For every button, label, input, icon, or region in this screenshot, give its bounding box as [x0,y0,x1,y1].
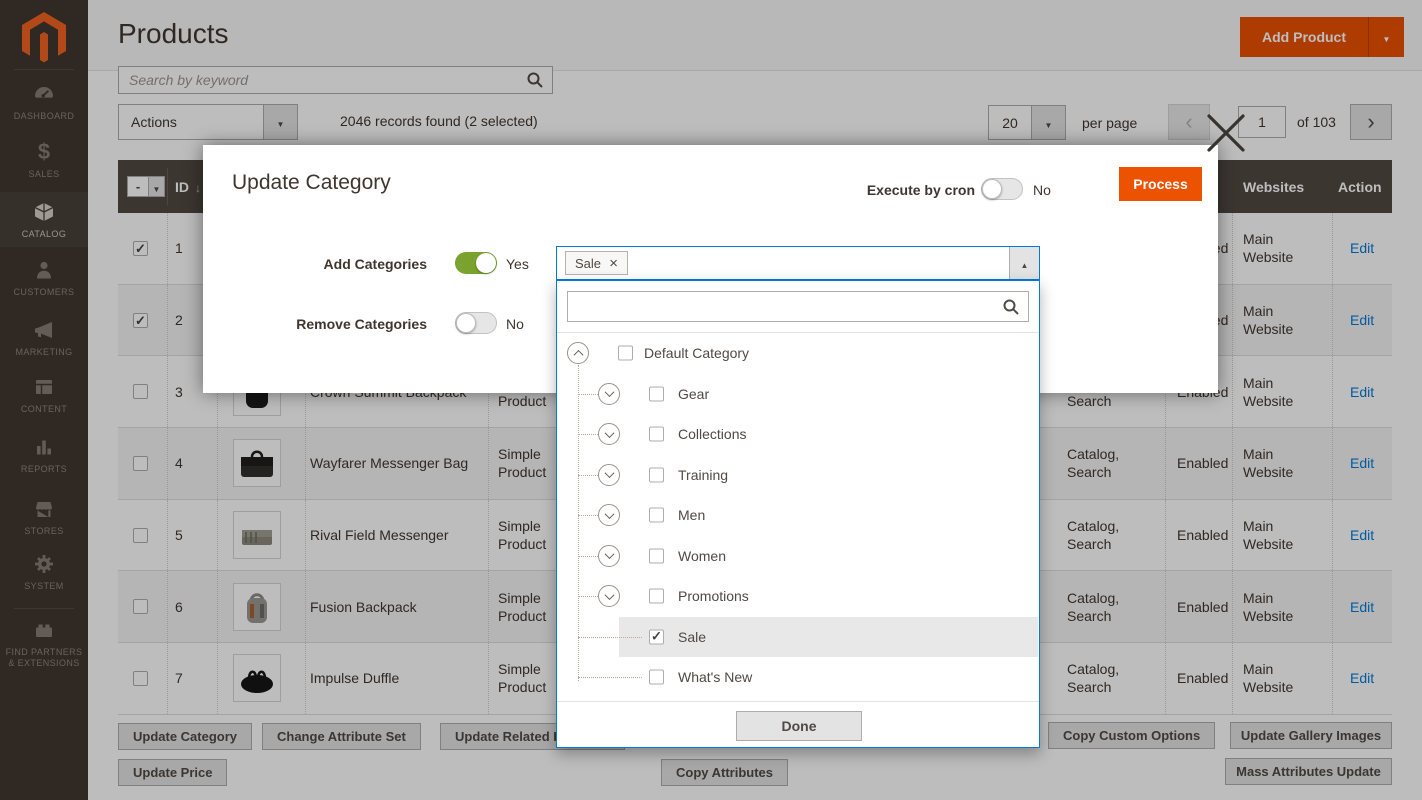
tree-connector-line [578,556,598,557]
category-label[interactable]: Women [678,548,726,564]
tree-connector-line [578,596,598,597]
category-checkbox[interactable] [649,467,664,482]
tree-connector-line [578,475,598,476]
category-label[interactable]: Collections [678,426,746,442]
category-label[interactable]: Men [678,507,705,523]
category-label[interactable]: What's New [678,669,752,685]
remove-tag-icon[interactable] [609,255,618,272]
expand-node-button[interactable] [598,423,620,445]
search-icon[interactable] [1002,298,1020,316]
category-checkbox[interactable] [649,589,664,604]
category-tree-dropdown: Default Category Gear Collections Traini… [556,280,1040,748]
category-search-field [567,291,1029,322]
chevron-down-icon [604,428,614,438]
execute-by-cron-label: Execute by cron [763,182,975,198]
category-label[interactable]: Training [678,467,728,483]
tree-item-women: Women [557,536,1039,577]
category-label[interactable]: Sale [678,629,706,645]
tree-connector-line [578,637,642,638]
expand-node-button[interactable] [598,504,620,526]
chevron-down-icon [604,509,614,519]
toggle-knob [456,313,476,333]
toggle-knob [476,253,496,273]
execute-by-cron-value: No [1033,182,1051,198]
tree-item-promotions: Promotions [557,576,1039,617]
selected-category-tag-label: Sale [575,256,601,271]
tree-item-men: Men [557,495,1039,536]
expand-node-button[interactable] [598,383,620,405]
add-categories-toggle[interactable] [455,252,497,274]
modal-title: Update Category [232,171,391,195]
multiselect-collapse-button[interactable] [1009,247,1039,279]
toggle-knob [982,179,1002,199]
category-checkbox[interactable] [649,427,664,442]
category-search-input[interactable] [568,292,1028,321]
process-button[interactable]: Process [1119,167,1202,201]
category-checkbox[interactable] [649,508,664,523]
magento-admin-screen: DASHBOARD SALES CATALOG CUSTOMERS MARKET… [0,0,1422,800]
selected-category-tag: Sale [565,251,628,275]
chevron-down-icon [604,387,614,397]
execute-by-cron-toggle[interactable] [981,178,1023,200]
tree-item-sale: Sale [557,617,1039,658]
tree-item-gear: Gear [557,374,1039,415]
category-checkbox[interactable] [649,386,664,401]
tree-connector-line [578,394,598,395]
category-tree: Default Category Gear Collections Traini… [557,333,1039,698]
add-categories-label: Add Categories [203,256,427,272]
expand-node-button[interactable] [598,464,620,486]
category-label[interactable]: Promotions [678,588,749,604]
caret-up-icon [1021,255,1029,271]
category-label[interactable]: Default Category [644,345,749,361]
tree-item-default-category: Default Category [557,333,1039,374]
category-checkbox[interactable] [649,629,664,644]
category-label[interactable]: Gear [678,386,709,402]
tree-connector-line [578,515,598,516]
done-button[interactable]: Done [736,711,862,741]
chevron-down-icon [604,468,614,478]
collapse-node-button[interactable] [567,342,589,364]
chevron-up-icon [573,350,583,360]
tree-item-training: Training [557,455,1039,496]
remove-categories-label: Remove Categories [203,316,427,332]
expand-node-button[interactable] [598,545,620,567]
tree-connector-line [578,434,598,435]
chevron-down-icon [604,590,614,600]
tree-connector-line [578,677,642,678]
divider [557,701,1039,702]
category-checkbox[interactable] [649,548,664,563]
category-checkbox[interactable] [649,670,664,685]
remove-categories-toggle[interactable] [455,312,497,334]
tree-item-whats-new: What's New [557,657,1039,698]
category-checkbox[interactable] [618,346,633,361]
category-multiselect-field[interactable]: Sale [556,246,1040,280]
expand-node-button[interactable] [598,585,620,607]
tree-item-collections: Collections [557,414,1039,455]
remove-categories-value: No [506,316,524,332]
add-categories-value: Yes [506,256,529,272]
chevron-down-icon [604,549,614,559]
